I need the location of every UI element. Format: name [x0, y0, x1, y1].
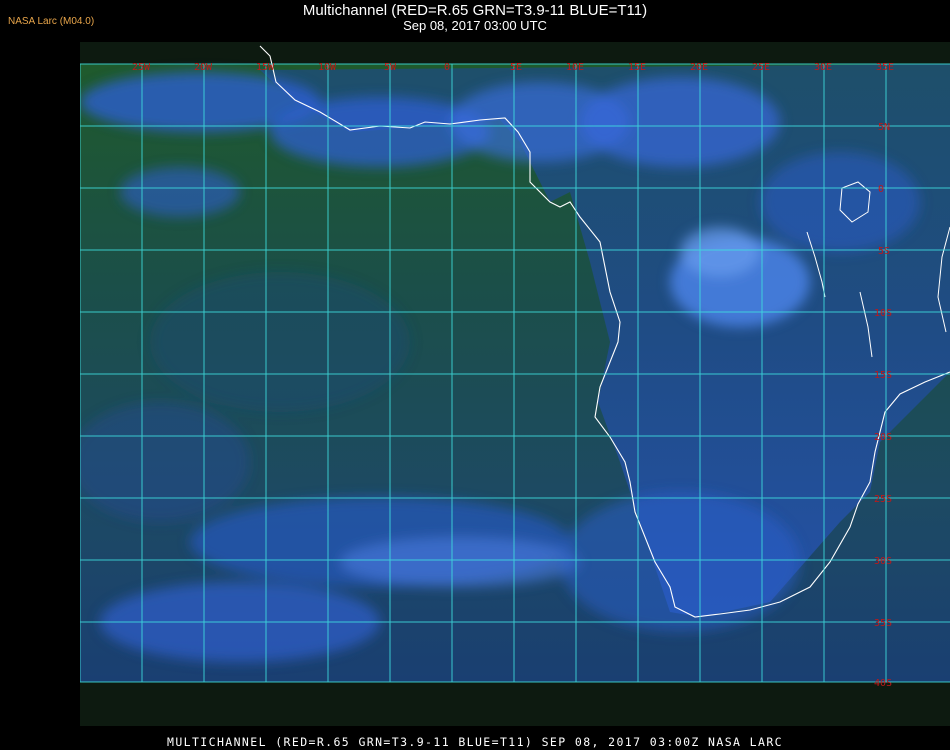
lon-label: 10W [318, 62, 337, 73]
lon-label: 5W [384, 62, 397, 73]
lon-label: 20W [194, 62, 213, 73]
lat-label: 0 [878, 184, 884, 195]
satellite-map-canvas: 25W 20W 15W 10W 5W 0 5E 10E 15E 20E 25E … [80, 45, 950, 689]
image-title: Multichannel (RED=R.65 GRN=T3.9-11 BLUE=… [302, 2, 648, 19]
lon-label: 0 [444, 62, 450, 73]
lat-label: 35S [874, 618, 892, 629]
lon-label: 25E [752, 62, 770, 73]
lat-label: 5N [878, 122, 890, 133]
lon-label: 25W [132, 62, 151, 73]
lon-label: 15E [628, 62, 646, 73]
lat-label: 30S [874, 556, 892, 567]
lat-label: 10S [874, 308, 892, 319]
lon-label: 5E [510, 62, 522, 73]
lon-label: 10E [566, 62, 584, 73]
lon-label: 20E [690, 62, 708, 73]
satellite-map: 25W 20W 15W 10W 5W 0 5E 10E 15E 20E 25E … [80, 42, 950, 726]
footer-caption: MULTICHANNEL (RED=R.65 GRN=T3.9-11 BLUE=… [167, 735, 783, 749]
image-datetime: Sep 08, 2017 03:00 UTC [403, 18, 547, 33]
lat-label: 20S [874, 432, 892, 443]
lat-label: 40S [874, 678, 892, 689]
lat-label: 25S [874, 494, 892, 505]
lat-label: 5S [878, 246, 890, 257]
lon-label: 35E [876, 62, 894, 73]
lon-label: 30E [814, 62, 832, 73]
lat-label: 15S [874, 370, 892, 381]
lon-label: 15W [256, 62, 275, 73]
